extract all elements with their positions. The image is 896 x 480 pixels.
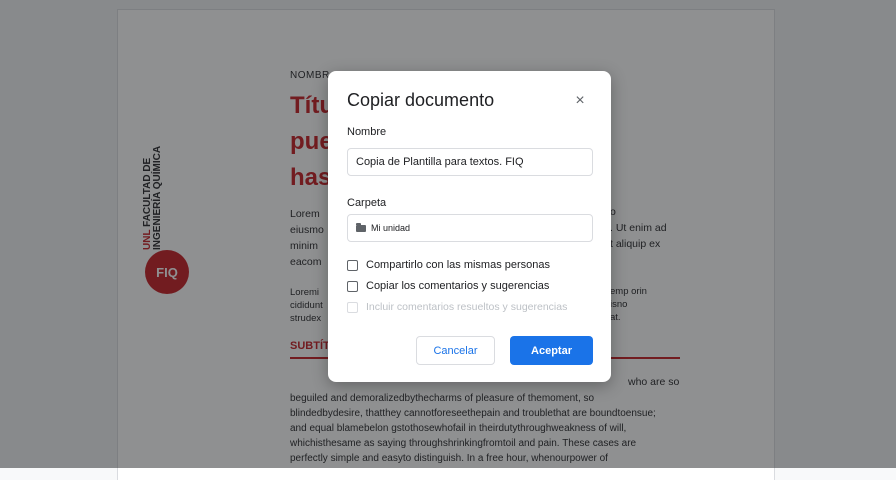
folder-label: Carpeta xyxy=(347,197,387,209)
cancel-button[interactable]: Cancelar xyxy=(416,336,495,365)
checkbox-icon xyxy=(347,259,358,271)
name-input[interactable]: Copia de Plantilla para textos. FIQ xyxy=(347,148,593,176)
dialog-title: Copiar documento xyxy=(347,90,495,110)
checkbox-icon xyxy=(347,301,358,313)
include-resolved-checkbox: Incluir comentarios resueltos y sugerenc… xyxy=(347,301,567,313)
accept-button[interactable]: Aceptar xyxy=(510,336,593,365)
copy-comments-checkbox[interactable]: Copiar los comentarios y sugerencias xyxy=(347,280,549,292)
folder-icon xyxy=(356,222,366,232)
name-label: Nombre xyxy=(347,126,387,138)
copy-document-dialog: Copiar documento × Nombre Copia de Plant… xyxy=(328,71,611,382)
share-checkbox[interactable]: Compartirlo con las mismas personas xyxy=(347,259,550,271)
checkbox-icon xyxy=(347,280,358,292)
close-icon[interactable]: × xyxy=(572,93,588,109)
folder-picker[interactable]: Mi unidad xyxy=(347,214,593,242)
